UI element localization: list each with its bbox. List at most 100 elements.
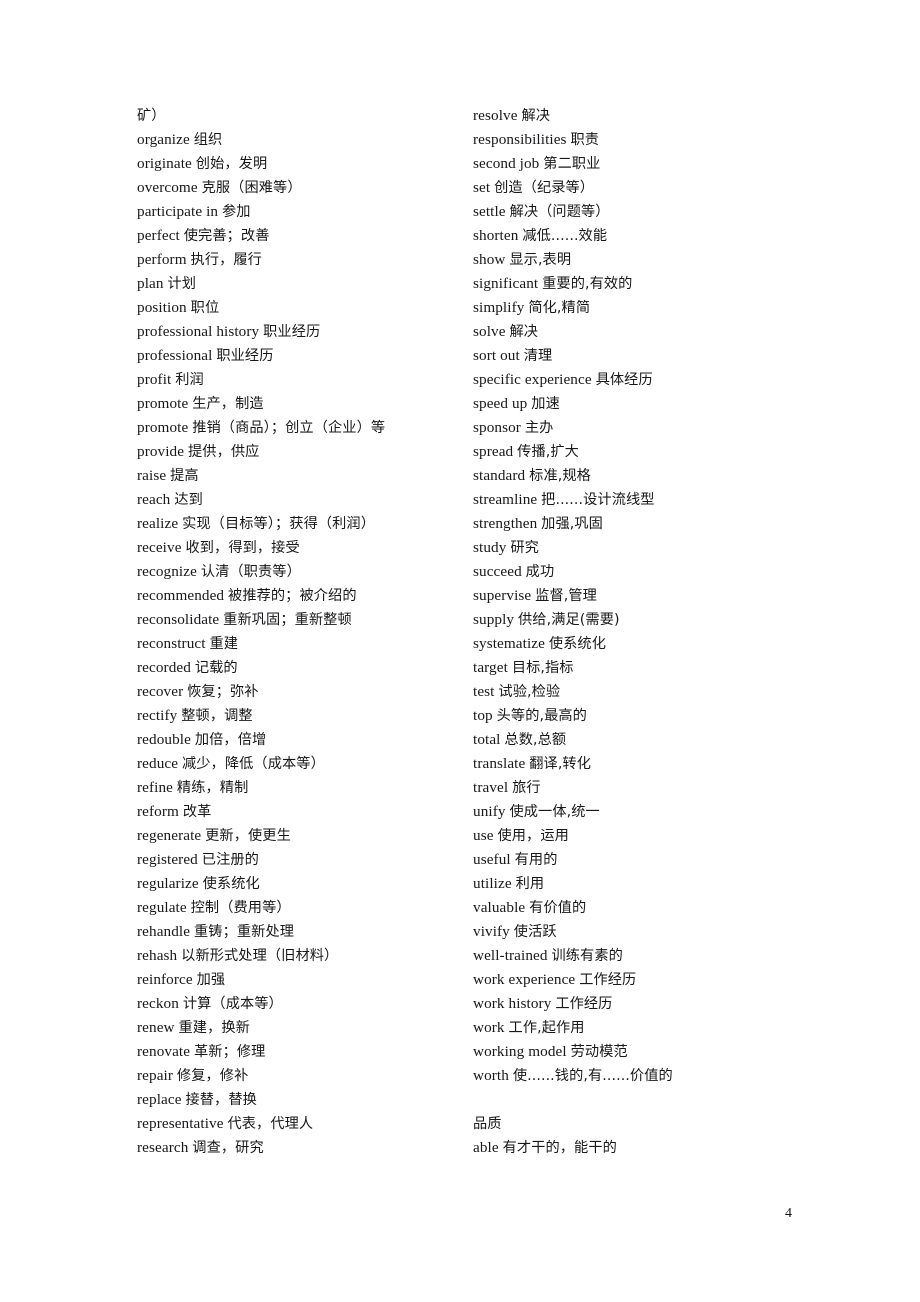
entry-gloss: 以新形式处理（旧材料） bbox=[181, 948, 339, 964]
entry-term: reconstruct bbox=[137, 635, 206, 652]
entry-term: reduce bbox=[137, 755, 179, 772]
entry-gloss: 具体经历 bbox=[595, 372, 653, 388]
entry-term: professional bbox=[137, 347, 213, 364]
glossary-entry: speed up 加速 bbox=[473, 392, 797, 416]
entry-gloss: 计算（成本等） bbox=[182, 996, 283, 1012]
entry-term: show bbox=[473, 251, 506, 268]
glossary-entry: well-trained 训练有素的 bbox=[473, 944, 797, 968]
entry-gloss: 克服（困难等） bbox=[201, 180, 302, 196]
glossary-entry: recorded 记载的 bbox=[137, 656, 473, 680]
glossary-entry: originate 创始，发明 bbox=[137, 152, 473, 176]
glossary-entry: realize 实现（目标等）；获得（利润） bbox=[137, 512, 473, 536]
glossary-entry: raise 提高 bbox=[137, 464, 473, 488]
glossary-entry: set 创造（纪录等） bbox=[473, 176, 797, 200]
entry-gloss: 传播,扩大 bbox=[517, 444, 579, 460]
entry-gloss: 职责 bbox=[570, 132, 600, 148]
entry-term: refine bbox=[137, 779, 174, 796]
entry-term: streamline bbox=[473, 491, 538, 508]
glossary-entry: rehash 以新形式处理（旧材料） bbox=[137, 944, 473, 968]
glossary-entry: 矿） bbox=[137, 104, 473, 128]
entry-gloss: 代表，代理人 bbox=[227, 1116, 314, 1132]
entry-term: redouble bbox=[137, 731, 191, 748]
entry-gloss: 头等的,最高的 bbox=[496, 708, 587, 724]
glossary-entry: spread 传播,扩大 bbox=[473, 440, 797, 464]
entry-term: promote bbox=[137, 419, 189, 436]
glossary-entry: standard 标准,规格 bbox=[473, 464, 797, 488]
entry-gloss: 恢复；弥补 bbox=[187, 684, 259, 700]
glossary-entry: profit 利润 bbox=[137, 368, 473, 392]
glossary-entry: perfect 使完善；改善 bbox=[137, 224, 473, 248]
glossary-entry: specific experience 具体经历 bbox=[473, 368, 797, 392]
entry-term: originate bbox=[137, 155, 192, 172]
entry-term: realize bbox=[137, 515, 179, 532]
entry-term: study bbox=[473, 539, 507, 556]
entry-term: sponsor bbox=[473, 419, 521, 436]
entry-term: valuable bbox=[473, 899, 526, 916]
glossary-entry: useful 有用的 bbox=[473, 848, 797, 872]
entry-term: responsibilities bbox=[473, 131, 567, 148]
entry-gloss: 提供，供应 bbox=[188, 444, 260, 460]
entry-term: work bbox=[473, 1019, 505, 1036]
entry-gloss: 执行，履行 bbox=[190, 252, 262, 268]
entry-gloss: 工作,起作用 bbox=[508, 1020, 585, 1036]
entry-gloss: 工作经历 bbox=[579, 972, 637, 988]
glossary-entry: provide 提供，供应 bbox=[137, 440, 473, 464]
entry-gloss: 计划 bbox=[167, 276, 197, 292]
entry-term: recognize bbox=[137, 563, 197, 580]
glossary-entry: significant 重要的,有效的 bbox=[473, 272, 797, 296]
entry-gloss: 减低......效能 bbox=[522, 228, 608, 244]
glossary-entry: redouble 加倍，倍增 bbox=[137, 728, 473, 752]
entry-term: total bbox=[473, 731, 501, 748]
entry-term: target bbox=[473, 659, 508, 676]
glossary-entry: simplify 简化,精简 bbox=[473, 296, 797, 320]
entry-term: renovate bbox=[137, 1043, 191, 1060]
entry-term: utilize bbox=[473, 875, 512, 892]
entry-term: translate bbox=[473, 755, 526, 772]
entry-term: significant bbox=[473, 275, 539, 292]
entry-gloss: 组织 bbox=[193, 132, 223, 148]
entry-gloss: 创造（纪录等） bbox=[494, 180, 595, 196]
entry-gloss: 改革 bbox=[182, 804, 212, 820]
glossary-entry: refine 精练，精制 bbox=[137, 776, 473, 800]
glossary-entry: study 研究 bbox=[473, 536, 797, 560]
glossary-entry: reinforce 加强 bbox=[137, 968, 473, 992]
glossary-entry: renew 重建，换新 bbox=[137, 1016, 473, 1040]
entry-gloss: 减少，降低（成本等） bbox=[181, 756, 325, 772]
document-page: 矿） organize 组织 originate 创始，发明 overcome 克服（… bbox=[0, 0, 920, 1302]
entry-term: simplify bbox=[473, 299, 525, 316]
entry-term: speed up bbox=[473, 395, 528, 412]
glossary-entry: working model 劳动模范 bbox=[473, 1040, 797, 1064]
glossary-entry: rehandle 重铸；重新处理 bbox=[137, 920, 473, 944]
entry-term: provide bbox=[137, 443, 185, 460]
entry-term: repair bbox=[137, 1067, 174, 1084]
glossary-entry: travel 旅行 bbox=[473, 776, 797, 800]
entry-gloss: 研究 bbox=[510, 540, 539, 556]
entry-gloss: 整顿，调整 bbox=[181, 708, 253, 724]
entry-term: position bbox=[137, 299, 187, 316]
entry-gloss: 旅行 bbox=[512, 780, 541, 796]
glossary-entry: recover 恢复；弥补 bbox=[137, 680, 473, 704]
entry-term: travel bbox=[473, 779, 509, 796]
glossary-entry: rectify 整顿，调整 bbox=[137, 704, 473, 728]
entry-gloss: 翻译,转化 bbox=[529, 756, 592, 772]
entry-term: recover bbox=[137, 683, 184, 700]
entry-term: organize bbox=[137, 131, 190, 148]
entry-gloss: 加强,巩固 bbox=[541, 516, 603, 532]
entry-term: participate in bbox=[137, 203, 219, 220]
entry-term: raise bbox=[137, 467, 167, 484]
entry-term: supply bbox=[473, 611, 515, 628]
glossary-entry: regulate 控制（费用等） bbox=[137, 896, 473, 920]
entry-gloss: 使系统化 bbox=[202, 876, 260, 892]
entry-term: receive bbox=[137, 539, 182, 556]
entry-gloss: 精练，精制 bbox=[176, 780, 249, 796]
entry-gloss: 加速 bbox=[531, 396, 560, 412]
entry-gloss: 解决 bbox=[521, 108, 551, 124]
entry-term: professional history bbox=[137, 323, 260, 340]
entry-term: vivify bbox=[473, 923, 510, 940]
entry-term: renew bbox=[137, 1019, 175, 1036]
glossary-entry: reconsolidate 重新巩固；重新整顿 bbox=[137, 608, 473, 632]
entry-gloss: 认清（职责等） bbox=[200, 564, 301, 580]
glossary-entry: settle 解决（问题等） bbox=[473, 200, 797, 224]
entry-gloss: 劳动模范 bbox=[570, 1044, 628, 1060]
